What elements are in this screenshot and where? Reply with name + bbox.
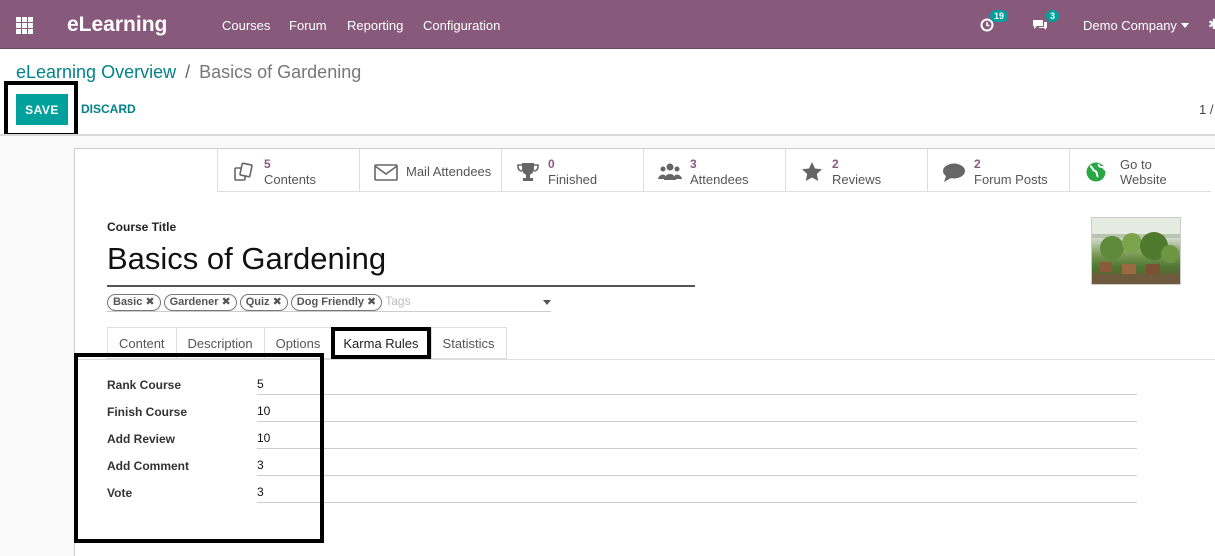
star-icon xyxy=(802,162,822,181)
tag-chip[interactable]: Quiz ✖ xyxy=(239,294,288,311)
breadcrumb-current: Basics of Gardening xyxy=(199,62,362,82)
tags-placeholder[interactable]: Tags xyxy=(385,294,410,308)
breadcrumb-separator: / xyxy=(185,62,191,82)
activity-badge: 19 xyxy=(990,10,1009,22)
discard-button[interactable]: DISCARD xyxy=(81,102,136,116)
menu-forum[interactable]: Forum xyxy=(289,18,327,33)
remove-tag-icon[interactable]: ✖ xyxy=(273,296,282,308)
remove-tag-icon[interactable]: ✖ xyxy=(367,296,376,308)
stat-value: 3 xyxy=(690,157,697,171)
stat-finished-button[interactable]: 0 Finished xyxy=(501,149,643,192)
users-icon xyxy=(658,163,682,180)
activity-button[interactable]: 19 xyxy=(980,10,1014,36)
save-button[interactable]: SAVE xyxy=(16,94,68,125)
contents-icon xyxy=(234,162,253,181)
globe-icon xyxy=(1086,162,1107,182)
tag-label: Gardener xyxy=(169,296,219,308)
top-navbar: eLearning Courses Forum Reporting Config… xyxy=(0,0,1215,49)
stat-label: Contents xyxy=(264,172,317,187)
envelope-icon xyxy=(374,164,398,181)
stat-label: Attendees xyxy=(690,172,749,187)
control-panel-divider xyxy=(0,134,1215,136)
stat-label: Mail Attendees xyxy=(406,164,492,179)
add-comment-input[interactable]: 3 xyxy=(257,454,1137,476)
course-title-label: Course Title xyxy=(107,220,177,234)
tags-field[interactable]: Basic ✖ Gardener ✖ Quiz ✖ Dog Friendly ✖ Tags xyxy=(107,292,551,312)
stat-value: 2 xyxy=(974,157,981,171)
stat-attendees-button[interactable]: 3 Attendees xyxy=(643,149,785,192)
tag-chip[interactable]: Basic ✖ xyxy=(107,294,161,311)
messages-badge: 3 xyxy=(1046,10,1060,22)
breadcrumb-parent[interactable]: eLearning Overview xyxy=(16,62,176,82)
stat-label: Finished xyxy=(548,172,598,187)
comment-icon xyxy=(943,163,965,182)
stat-value: 5 xyxy=(264,157,271,171)
stat-label-line2: Website xyxy=(1120,172,1167,187)
pager[interactable]: 1 / xyxy=(1199,102,1213,117)
comments-icon xyxy=(1033,20,1047,30)
stat-forum-posts-button[interactable]: 2 Forum Posts xyxy=(927,149,1069,192)
course-title-input[interactable]: Basics of Gardening xyxy=(107,241,695,287)
messages-button[interactable]: 3 xyxy=(1032,10,1062,36)
vote-input[interactable]: 3 xyxy=(257,481,1137,503)
remove-tag-icon[interactable]: ✖ xyxy=(222,296,231,308)
menu-courses[interactable]: Courses xyxy=(222,18,270,33)
menu-reporting[interactable]: Reporting xyxy=(347,18,403,33)
stat-contents-button[interactable]: 5 Contents xyxy=(217,149,359,192)
app-title[interactable]: eLearning xyxy=(67,13,167,37)
finish-course-input[interactable]: 10 xyxy=(257,400,1137,422)
remove-tag-icon[interactable]: ✖ xyxy=(145,296,154,308)
stat-label: Forum Posts xyxy=(974,172,1048,187)
plants-picture xyxy=(1092,218,1180,284)
tab-statistics[interactable]: Statistics xyxy=(430,327,507,359)
breadcrumb: eLearning Overview / Basics of Gardening xyxy=(16,62,361,83)
stat-value: 0 xyxy=(548,157,555,171)
apps-menu-icon[interactable] xyxy=(16,17,33,34)
tab-karma-rules[interactable]: Karma Rules xyxy=(331,327,431,359)
stat-go-to-website-button[interactable]: Go to Website xyxy=(1069,149,1211,192)
stat-value: 2 xyxy=(832,157,839,171)
tag-label: Quiz xyxy=(245,296,270,308)
company-switcher[interactable]: Demo Company xyxy=(1083,18,1177,33)
tag-chip[interactable]: Gardener ✖ xyxy=(163,294,237,311)
karma-highlight-box xyxy=(74,353,324,543)
stat-reviews-button[interactable]: 2 Reviews xyxy=(785,149,927,192)
add-review-input[interactable]: 10 xyxy=(257,427,1137,449)
course-image[interactable] xyxy=(1091,217,1181,285)
chevron-down-icon[interactable] xyxy=(543,300,551,305)
tag-label: Basic xyxy=(113,296,143,308)
tag-chip[interactable]: Dog Friendly ✖ xyxy=(290,294,383,311)
stat-buttons-bar: 5 Contents Mail Attendees 0 Finished 3 A… xyxy=(217,149,1211,192)
tag-label: Dog Friendly xyxy=(296,296,365,308)
stat-label: Reviews xyxy=(832,172,882,187)
rank-course-input[interactable]: 5 xyxy=(257,373,1137,395)
chevron-down-icon xyxy=(1181,23,1189,28)
stat-label-line1: Go to xyxy=(1120,157,1152,172)
debug-icon[interactable]: ✱ xyxy=(1208,16,1215,33)
menu-configuration[interactable]: Configuration xyxy=(423,18,500,33)
trophy-icon xyxy=(517,163,539,181)
stat-mail-attendees-button[interactable]: Mail Attendees xyxy=(359,149,501,192)
